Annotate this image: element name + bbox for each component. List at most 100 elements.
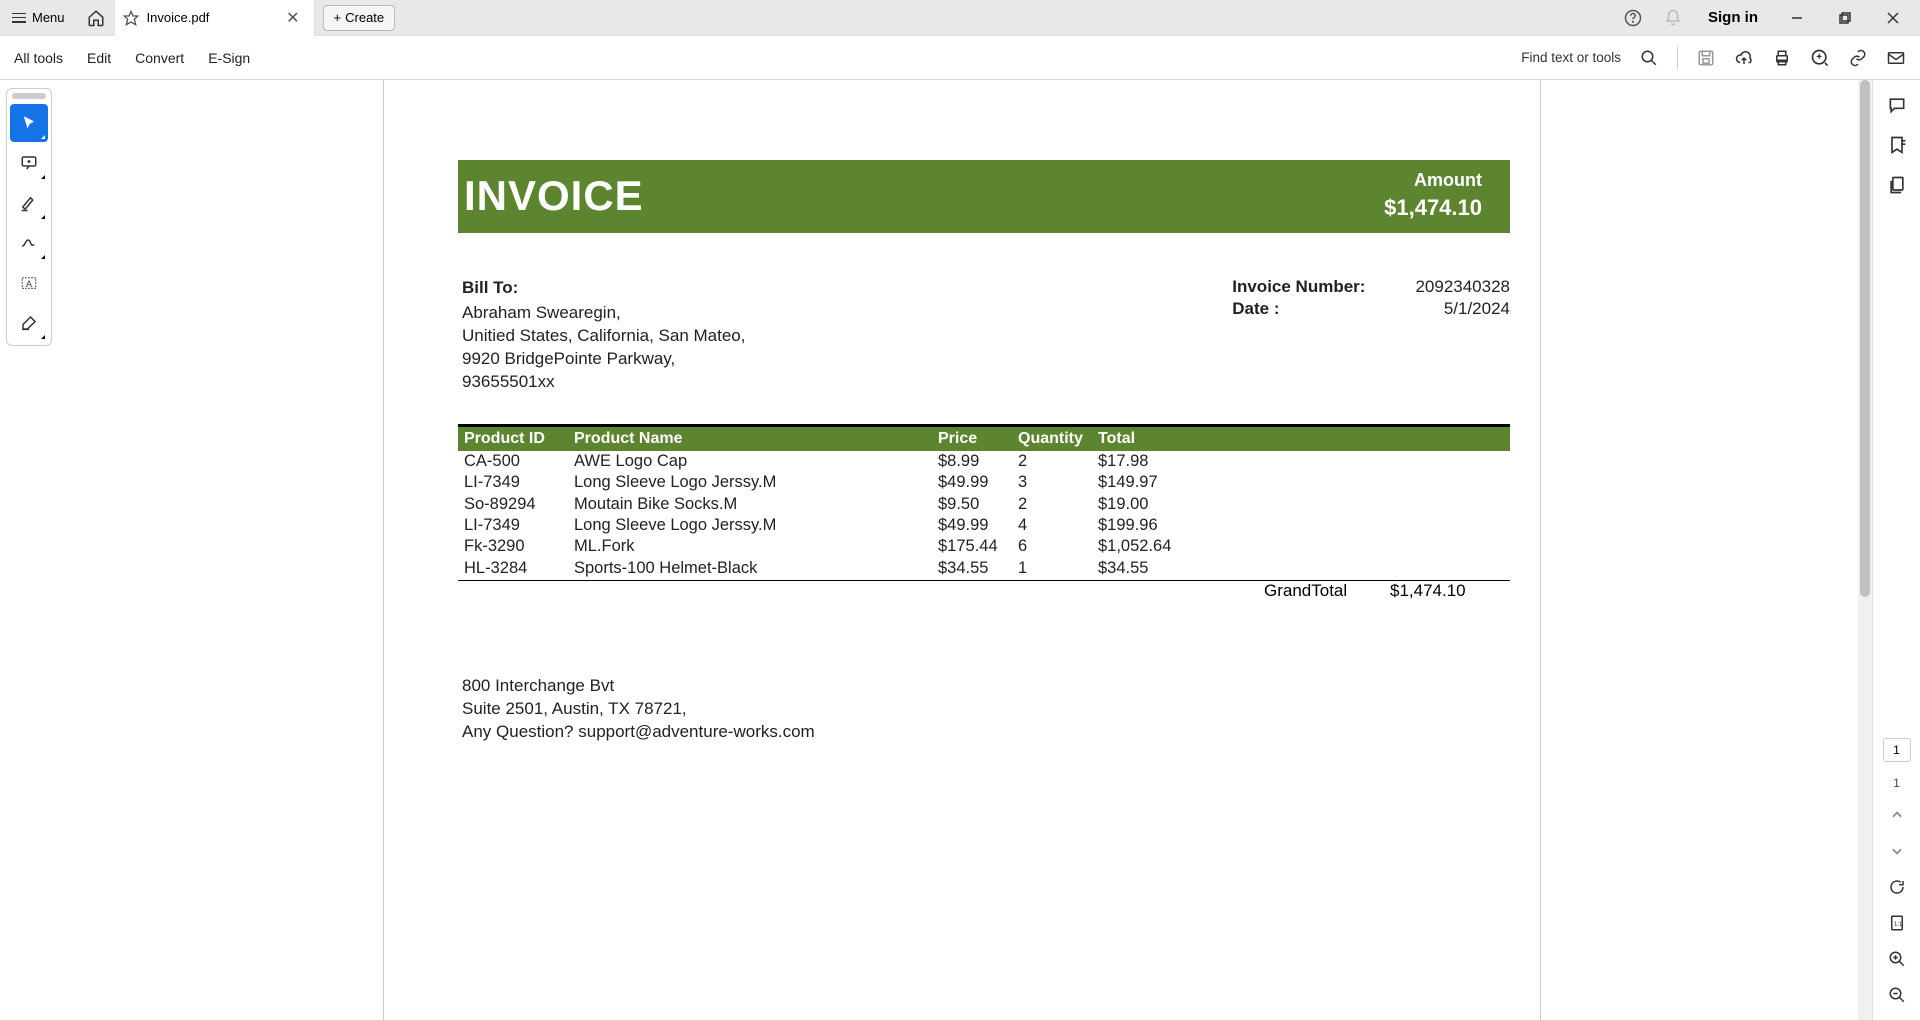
invoice-title: INVOICE — [464, 172, 644, 220]
zoom-out-icon — [1888, 986, 1906, 1004]
main-area: A INVOICE Amount $1,474.10 Bill To: Abra… — [0, 80, 1920, 1020]
save-button[interactable] — [1696, 48, 1716, 68]
pages-panel-button[interactable] — [1886, 174, 1908, 196]
signin-button[interactable]: Sign in — [1694, 9, 1772, 26]
edit-button[interactable]: Edit — [87, 50, 111, 66]
email-button[interactable] — [1886, 48, 1906, 68]
ai-button[interactable] — [1810, 48, 1830, 68]
help-icon — [1624, 9, 1642, 27]
table-header: Product ID Product Name Price Quantity T… — [458, 427, 1510, 451]
select-tool[interactable] — [10, 104, 48, 142]
menu-button[interactable]: Menu — [0, 0, 77, 35]
hamburger-icon — [12, 13, 26, 23]
print-icon — [1773, 49, 1791, 67]
document-viewport[interactable]: INVOICE Amount $1,474.10 Bill To: Abraha… — [52, 80, 1872, 1020]
comment-tool[interactable] — [10, 144, 48, 182]
cell-qty: 2 — [1018, 494, 1098, 515]
cell-qty: 4 — [1018, 515, 1098, 536]
page-fit-icon: 1:1 — [1888, 914, 1906, 932]
marker-icon — [20, 194, 38, 212]
cell-total: $1,052.64 — [1098, 536, 1510, 557]
print-button[interactable] — [1772, 48, 1792, 68]
home-button[interactable] — [77, 0, 115, 36]
separator — [1677, 47, 1678, 69]
link-icon — [1849, 49, 1867, 67]
scroll-thumb[interactable] — [1860, 80, 1870, 597]
search-icon — [1640, 49, 1658, 67]
footer-line2: Suite 2501, Austin, TX 78721, — [462, 698, 1510, 721]
comments-panel-button[interactable] — [1886, 94, 1908, 116]
chevron-up-icon — [1890, 808, 1904, 822]
page-number-input[interactable]: 1 — [1883, 738, 1911, 762]
minimize-button[interactable] — [1774, 0, 1820, 36]
signature-icon — [20, 314, 38, 332]
bookmarks-panel-button[interactable] — [1886, 134, 1908, 156]
col-product-id: Product ID — [458, 430, 574, 448]
cell-total: $17.98 — [1098, 451, 1510, 472]
cell-name: Moutain Bike Socks.M — [574, 494, 938, 515]
zoom-in-icon — [1888, 950, 1906, 968]
bell-icon — [1664, 9, 1682, 27]
right-panel: 1 1 1:1 — [1872, 80, 1920, 1020]
textbox-tool[interactable]: A — [10, 264, 48, 302]
draw-tool[interactable] — [10, 224, 48, 262]
fit-page-button[interactable]: 1:1 — [1886, 912, 1908, 934]
cell-price: $49.99 — [938, 472, 1018, 493]
vertical-scrollbar[interactable] — [1858, 80, 1872, 1020]
search-button[interactable] — [1639, 48, 1659, 68]
zoom-out-button[interactable] — [1886, 984, 1908, 1006]
cell-price: $8.99 — [938, 451, 1018, 472]
svg-text:A: A — [26, 279, 32, 289]
page-up-button[interactable] — [1886, 804, 1908, 826]
drag-handle[interactable] — [12, 93, 46, 99]
menu-label: Menu — [32, 10, 65, 25]
tab-close-button[interactable]: ✕ — [282, 8, 303, 28]
cell-id: So-89294 — [458, 494, 574, 515]
cell-qty: 6 — [1018, 536, 1098, 557]
close-button[interactable] — [1870, 0, 1916, 36]
esign-button[interactable]: E-Sign — [208, 50, 250, 66]
highlight-tool[interactable] — [10, 184, 48, 222]
cell-total: $149.97 — [1098, 472, 1510, 493]
date-value: 5/1/2024 — [1415, 299, 1510, 319]
create-button[interactable]: + Create — [323, 5, 396, 31]
zoom-in-button[interactable] — [1886, 948, 1908, 970]
sparkle-icon — [1810, 48, 1830, 68]
cell-name: Long Sleeve Logo Jerssy.M — [574, 515, 938, 536]
bill-to-addr1: Unitied States, California, San Mateo, — [462, 325, 1232, 348]
minimize-icon — [1791, 12, 1803, 24]
upload-button[interactable] — [1734, 48, 1754, 68]
document-tab[interactable]: Invoice.pdf ✕ — [115, 0, 315, 36]
find-label[interactable]: Find text or tools — [1521, 50, 1621, 65]
grand-total-label: GrandTotal — [1230, 581, 1390, 601]
cell-name: Sports-100 Helmet-Black — [574, 558, 938, 579]
svg-text:1:1: 1:1 — [1894, 922, 1903, 928]
maximize-button[interactable] — [1822, 0, 1868, 36]
col-product-name: Product Name — [574, 430, 938, 448]
chevron-down-icon — [1890, 844, 1904, 858]
page-down-button[interactable] — [1886, 840, 1908, 862]
cell-price: $9.50 — [938, 494, 1018, 515]
help-button[interactable] — [1614, 0, 1652, 36]
titlebar: Menu Invoice.pdf ✕ + Create Sign in — [0, 0, 1920, 36]
tool-group: A — [6, 88, 52, 346]
grand-total-value: $1,474.10 — [1390, 581, 1510, 601]
rotate-button[interactable] — [1886, 876, 1908, 898]
footer-line1: 800 Interchange Bvt — [462, 675, 1510, 698]
save-icon — [1697, 49, 1715, 67]
bookmark-icon — [1887, 135, 1907, 155]
cell-id: LI-7349 — [458, 515, 574, 536]
bill-to-addr3: 93655501xx — [462, 371, 1232, 394]
date-label: Date : — [1232, 299, 1365, 319]
comment-icon — [20, 154, 38, 172]
table-row: CA-500AWE Logo Cap$8.992$17.98 — [458, 451, 1510, 472]
cell-price: $34.55 — [938, 558, 1018, 579]
sign-tool[interactable] — [10, 304, 48, 342]
notifications-button[interactable] — [1654, 0, 1692, 36]
pages-icon — [1887, 175, 1907, 195]
home-icon — [87, 9, 105, 27]
convert-button[interactable]: Convert — [135, 50, 184, 66]
link-button[interactable] — [1848, 48, 1868, 68]
chat-icon — [1887, 95, 1907, 115]
all-tools-button[interactable]: All tools — [14, 50, 63, 66]
